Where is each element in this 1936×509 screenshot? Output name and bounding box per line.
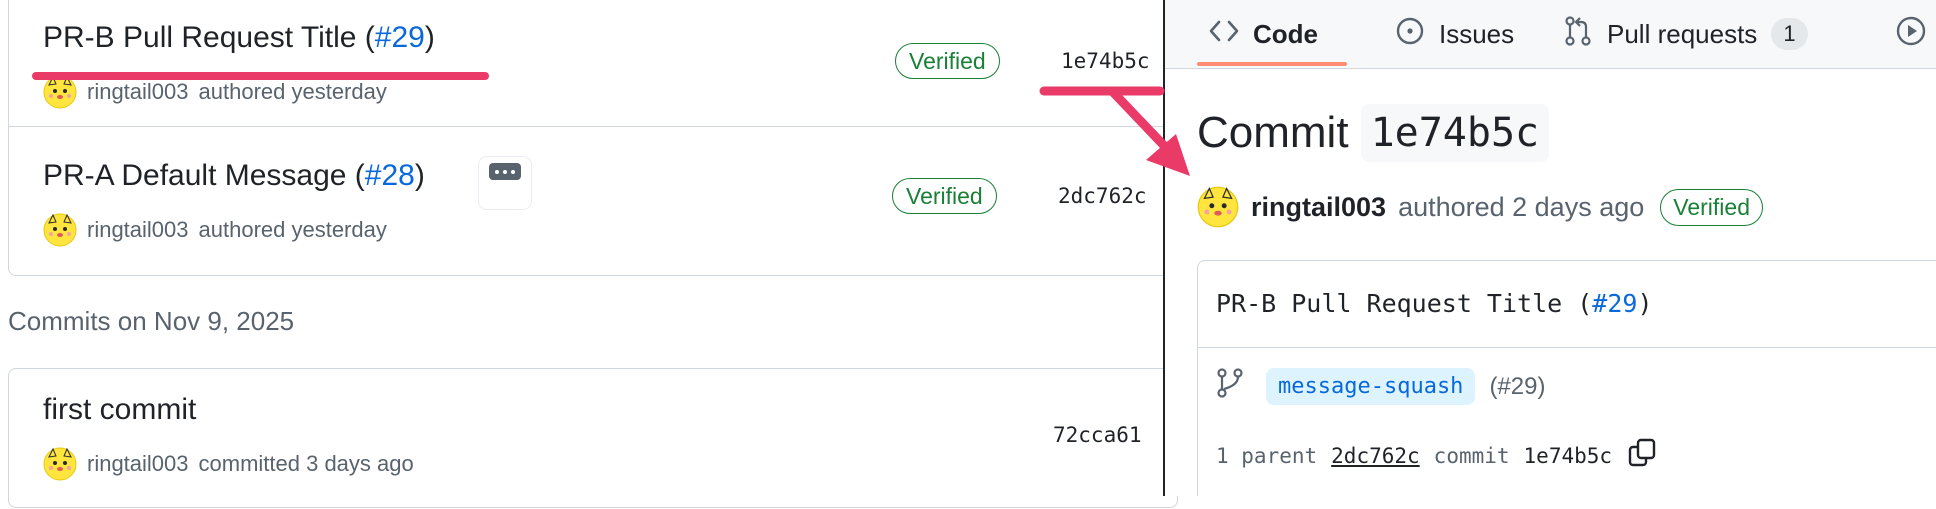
expand-message-button[interactable] — [479, 157, 531, 209]
commit-title[interactable]: first commit — [43, 393, 196, 427]
commit-title-text[interactable]: PR-B Pull Request Title ( — [43, 21, 375, 54]
commit-heading-label: Commit — [1197, 108, 1349, 157]
branch-pr-ref: (#29) — [1489, 372, 1546, 400]
branch-label[interactable]: message-squash — [1266, 368, 1476, 405]
commit-title[interactable]: PR-A Default Message (#28) — [43, 159, 425, 193]
author-name[interactable]: ringtail003 — [87, 217, 189, 243]
pr-link[interactable]: #29 — [375, 21, 425, 54]
verified-badge[interactable]: Verified — [892, 178, 997, 214]
tab-code[interactable]: Code — [1209, 0, 1318, 68]
tab-pull-requests[interactable]: Pull requests 1 — [1563, 0, 1808, 68]
pr-link[interactable]: #28 — [365, 159, 415, 192]
commit-row[interactable]: PR-B Pull Request Title (#29) ringtail00… — [9, 1, 1177, 126]
repo-tab-bar: Code Issues Pull requests 1 — [1165, 0, 1936, 69]
verified-badge[interactable]: Verified — [1660, 188, 1763, 226]
commit-title-text[interactable]: PR-A Default Message ( — [43, 159, 365, 192]
commit-message-section: PR-B Pull Request Title (#29) — [1198, 261, 1936, 348]
tab-label: Code — [1253, 18, 1318, 49]
author-name[interactable]: ringtail003 — [1251, 192, 1386, 223]
commit-group-card: first commit ringtail003 committed 3 day… — [8, 368, 1178, 508]
authored-time-text: authored 2 days ago — [1398, 191, 1645, 222]
tab-label: Pull requests — [1607, 18, 1758, 49]
copy-icon[interactable] — [1626, 437, 1658, 474]
commit-message: PR-B Pull Request Title (#29) — [1216, 289, 1653, 318]
commit-detail-box: PR-B Pull Request Title (#29) message-sq… — [1197, 260, 1936, 496]
commit-title-close: ) — [424, 21, 435, 54]
commit-action-text: authored yesterday — [198, 79, 387, 104]
commit-row[interactable]: first commit ringtail003 committed 3 day… — [9, 369, 1177, 509]
parent-line: 1 parent 2dc762c commit 1e74b5c — [1216, 437, 1658, 474]
commit-row[interactable]: PR-A Default Message (#28) ringtail003 a… — [9, 126, 1177, 276]
author-name[interactable]: ringtail003 — [87, 451, 189, 477]
commits-date-heading: Commits on Nov 9, 2025 — [8, 306, 295, 336]
full-commit-sha: 1e74b5c — [1523, 443, 1613, 468]
commit-action-text: authored yesterday — [198, 217, 387, 242]
commit-message-text: PR-B Pull Request Title ( — [1216, 289, 1593, 318]
author-name[interactable]: ringtail003 — [87, 79, 189, 105]
commit-title-close: ) — [414, 159, 425, 192]
tab-label: Issues — [1439, 18, 1515, 49]
ellipsis-icon — [489, 163, 521, 180]
commit-sha[interactable]: 1e74b5c — [1061, 49, 1150, 73]
commit-meta: ringtail003 committed 3 days ago — [43, 447, 414, 481]
highlight-underline — [32, 72, 489, 80]
commit-author-line: ringtail003 authored 2 days ago Verified — [1197, 186, 1763, 228]
parent-label: 1 parent — [1216, 443, 1318, 468]
commit-detail-pane: Code Issues Pull requests 1 Commit 1e74b… — [1163, 0, 1936, 496]
commit-meta: ringtail003 authored yesterday — [43, 213, 387, 247]
pr-link[interactable]: #29 — [1592, 289, 1637, 318]
commit-meta: ringtail003 authored yesterday — [43, 75, 387, 109]
commit-sha[interactable]: 72cca61 — [1053, 423, 1142, 447]
branch-line: message-squash (#29) — [1216, 367, 1545, 406]
commit-label: commit — [1433, 443, 1510, 468]
commit-message-close: ) — [1637, 289, 1653, 318]
commit-group-card: PR-B Pull Request Title (#29) ringtail00… — [8, 0, 1178, 276]
commit-sha[interactable]: 2dc762c — [1058, 184, 1147, 208]
code-icon — [1209, 19, 1239, 50]
tab-issues[interactable]: Issues — [1395, 0, 1514, 68]
git-pull-request-icon — [1563, 15, 1593, 54]
pull-requests-counter: 1 — [1771, 18, 1808, 50]
tab-actions[interactable] — [1895, 0, 1927, 68]
parent-sha-link[interactable]: 2dc762c — [1331, 444, 1420, 468]
avatar[interactable] — [43, 447, 77, 481]
commit-heading-sha: 1e74b5c — [1360, 104, 1550, 162]
verified-badge[interactable]: Verified — [895, 43, 1000, 79]
avatar[interactable] — [1197, 186, 1239, 228]
avatar[interactable] — [43, 75, 77, 109]
commit-action-text: committed 3 days ago — [198, 451, 414, 476]
page-title: Commit 1e74b5c — [1197, 104, 1550, 162]
issue-opened-icon — [1395, 16, 1425, 53]
git-branch-icon — [1216, 367, 1244, 406]
avatar[interactable] — [43, 213, 77, 247]
play-icon — [1895, 15, 1927, 54]
active-tab-indicator — [1197, 62, 1347, 66]
commit-title[interactable]: PR-B Pull Request Title (#29) — [43, 21, 435, 55]
